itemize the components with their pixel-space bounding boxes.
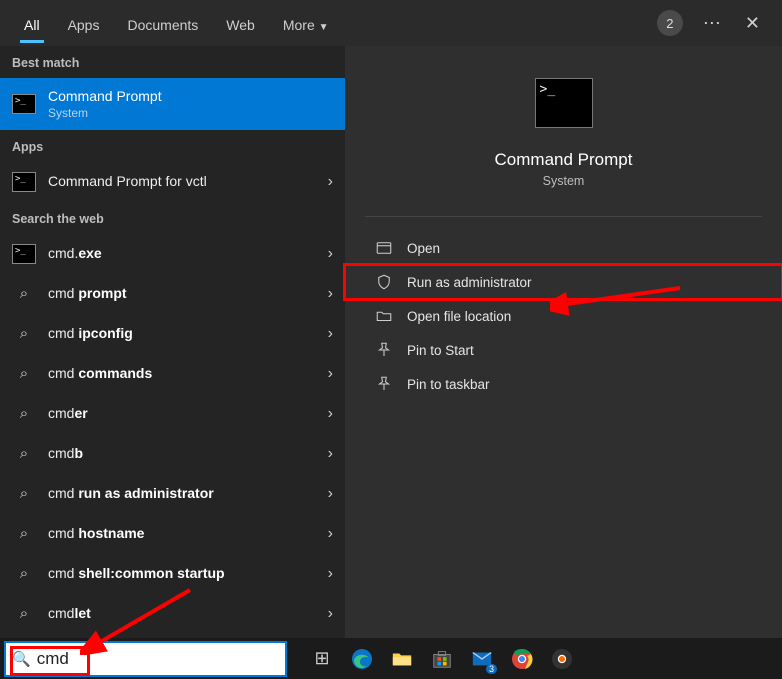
result-title: cmder [48,405,316,423]
search-icon: ⌕ [12,362,36,386]
tab-more[interactable]: More ▼ [269,3,343,43]
search-icon: ⌕ [12,562,36,586]
result-title: cmd ipconfig [48,325,316,343]
result-web-item[interactable]: ⌕ cmder › [0,394,345,434]
result-web-item[interactable]: cmd.exe › [0,234,345,274]
result-title: Command Prompt [48,88,333,106]
search-icon: ⌕ [12,402,36,426]
result-subtitle: System [48,106,333,120]
task-view-icon[interactable]: ⊞ [309,646,335,672]
options-icon[interactable]: ⋯ [693,7,733,40]
taskbar-icons: ⊞ 3 [309,646,575,672]
edge-icon[interactable] [349,646,375,672]
search-icon: ⌕ [12,442,36,466]
action-run-as-administrator[interactable]: Run as administrator [345,265,782,299]
cmd-icon [12,170,36,194]
result-app-item[interactable]: Command Prompt for vctl › [0,162,345,202]
search-icon: 🔍 [12,650,31,668]
chevron-right-icon: › [328,525,333,543]
divider [365,216,762,217]
cmd-icon [12,242,36,266]
tab-all[interactable]: All [10,3,54,43]
search-icon: ⌕ [12,602,36,626]
result-web-item[interactable]: ⌕ cmd ipconfig › [0,314,345,354]
results-list: Best match Command Prompt System Apps Co… [0,46,345,638]
cmd-icon [535,78,593,128]
preview-panel: Command Prompt System Open Run as admini… [345,46,782,638]
result-web-item[interactable]: ⌕ cmdb › [0,434,345,474]
result-title: cmd prompt [48,285,316,303]
tab-web[interactable]: Web [212,3,269,43]
result-command-prompt[interactable]: Command Prompt System [0,78,345,130]
result-web-item[interactable]: ⌕ cmd run as administrator › [0,474,345,514]
search-icon: ⌕ [12,282,36,306]
chevron-right-icon: › [328,445,333,463]
result-title: cmd commands [48,365,316,383]
result-title: cmd shell:common startup [48,565,316,583]
chevron-right-icon: › [328,285,333,303]
close-icon[interactable]: ✕ [733,7,772,40]
action-pin-to-start[interactable]: Pin to Start [345,333,782,367]
file-explorer-icon[interactable] [389,646,415,672]
section-best-match: Best match [0,46,345,78]
result-web-item[interactable]: ⌕ cmd hostname › [0,514,345,554]
preview-subtitle: System [543,174,585,188]
result-title: cmdlet [48,605,316,623]
chevron-right-icon: › [328,405,333,423]
preview-title: Command Prompt [495,150,633,170]
start-search-panel: All Apps Documents Web More ▼ 2 ⋯ ✕ Best… [0,0,782,638]
search-input[interactable] [37,649,279,669]
result-title: Command Prompt for vctl [48,173,316,191]
result-title: cmd hostname [48,525,316,543]
folder-icon [375,307,393,325]
cmd-icon [12,92,36,116]
action-open-file-location[interactable]: Open file location [345,299,782,333]
result-title: cmdb [48,445,316,463]
mail-icon[interactable]: 3 [469,646,495,672]
result-web-item[interactable]: ⌕ cmd commands › [0,354,345,394]
action-pin-to-taskbar[interactable]: Pin to taskbar [345,367,782,401]
chevron-right-icon: › [328,173,333,191]
pin-icon [375,375,393,393]
section-web: Search the web [0,202,345,234]
taskbar-search-box[interactable]: 🔍 [4,641,287,677]
chevron-right-icon: › [328,325,333,343]
result-title: cmd run as administrator [48,485,316,503]
chevron-right-icon: › [328,605,333,623]
tab-documents[interactable]: Documents [113,3,212,43]
result-title: cmd.exe [48,245,316,263]
result-web-item[interactable]: ⌕ cmd shell:common startup › [0,554,345,594]
result-web-item[interactable]: ⌕ cmdlet › [0,594,345,634]
open-icon [375,239,393,257]
result-web-item[interactable]: ⌕ cmd prompt › [0,274,345,314]
shield-icon [375,273,393,291]
chrome-canary-icon[interactable] [549,646,575,672]
chevron-right-icon: › [328,565,333,583]
taskbar: 🔍 ⊞ 3 [0,638,782,679]
section-apps: Apps [0,130,345,162]
chevron-right-icon: › [328,365,333,383]
search-icon: ⌕ [12,322,36,346]
search-filter-tabs: All Apps Documents Web More ▼ 2 ⋯ ✕ [0,0,782,46]
pin-icon [375,341,393,359]
search-icon: ⌕ [12,482,36,506]
chevron-right-icon: › [328,485,333,503]
action-open[interactable]: Open [345,231,782,265]
chrome-icon[interactable] [509,646,535,672]
ms-store-icon[interactable] [429,646,455,672]
search-icon: ⌕ [12,522,36,546]
tab-apps[interactable]: Apps [54,3,114,43]
rewards-badge[interactable]: 2 [657,10,683,36]
chevron-right-icon: › [328,245,333,263]
